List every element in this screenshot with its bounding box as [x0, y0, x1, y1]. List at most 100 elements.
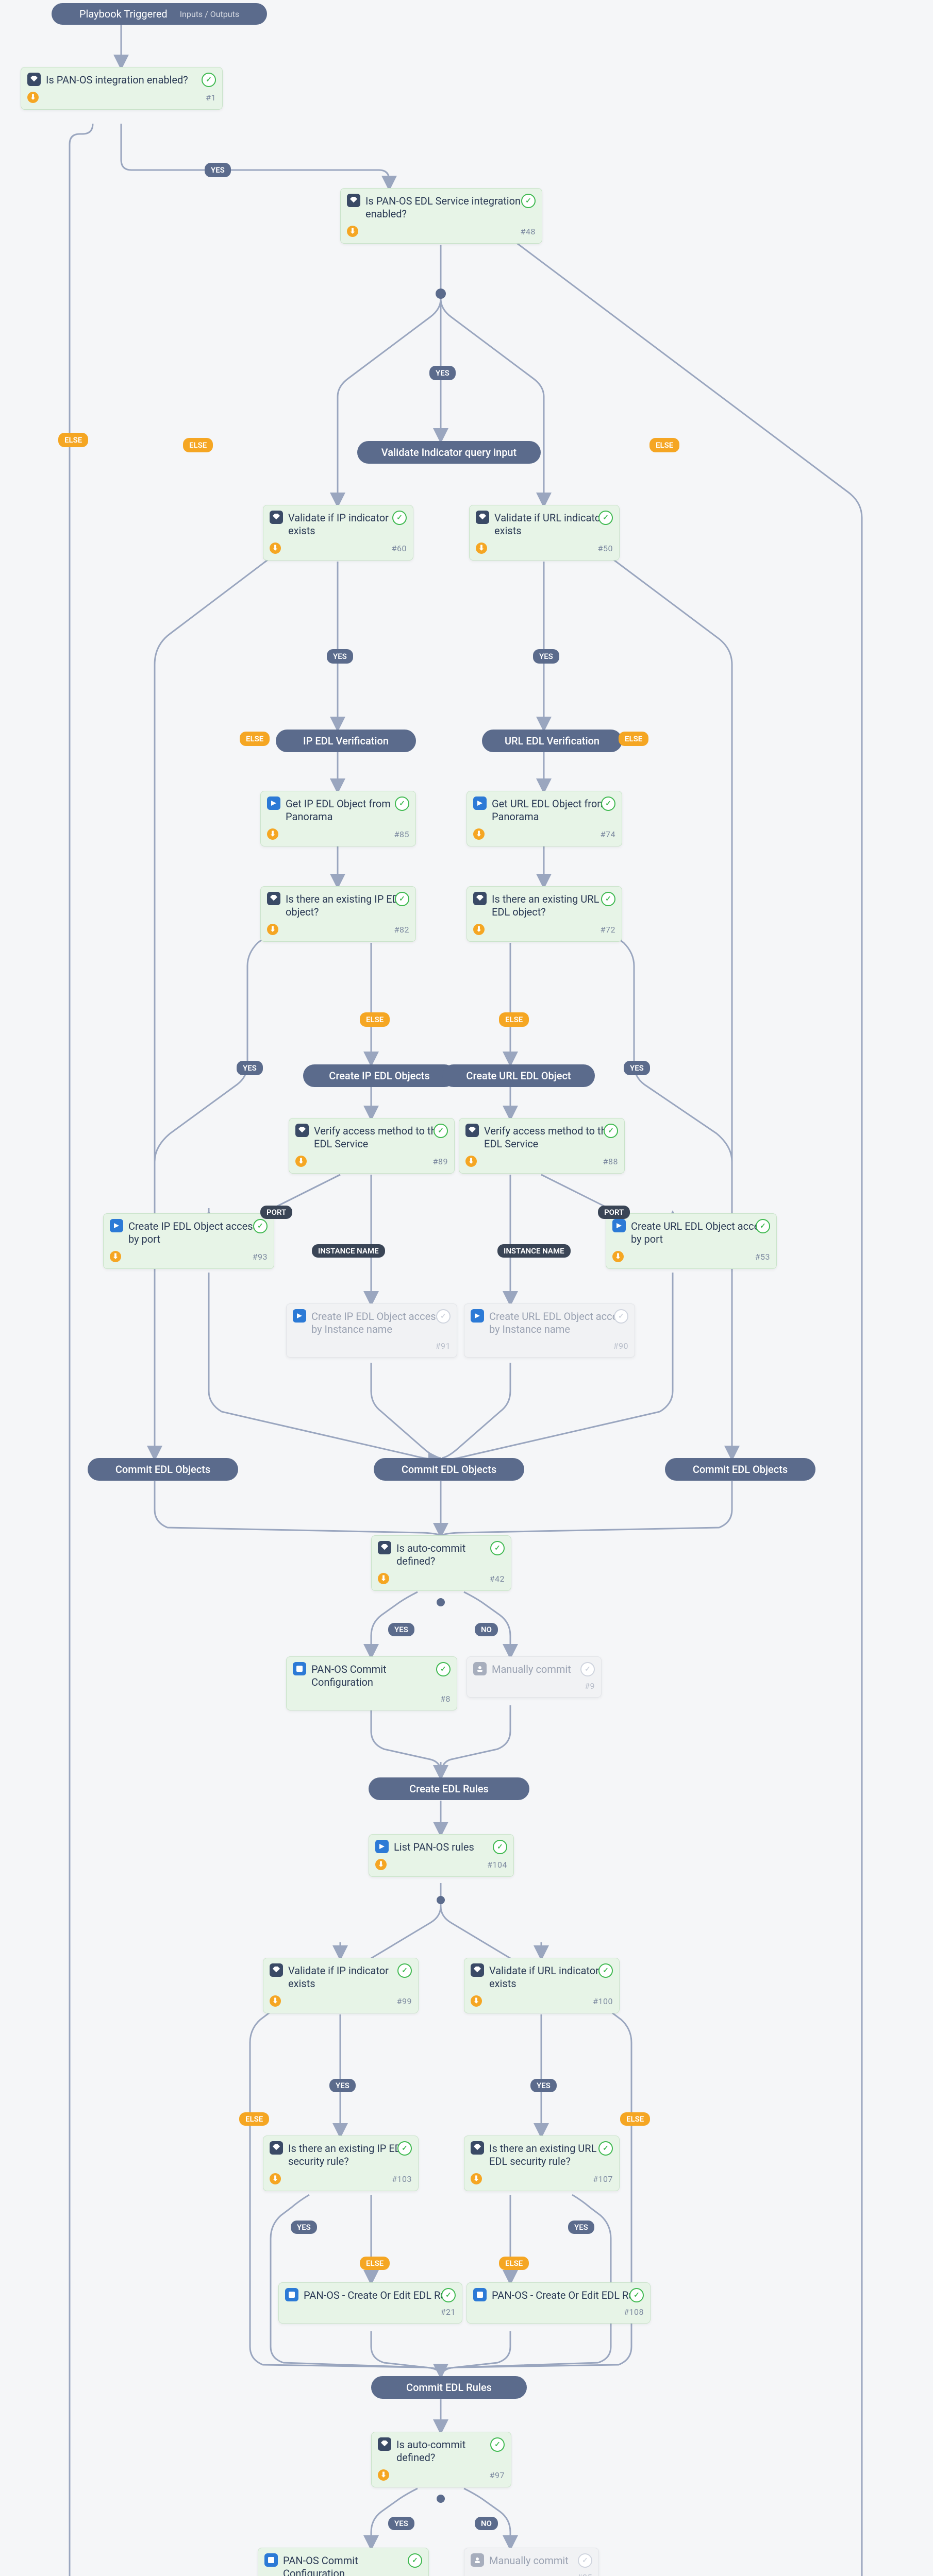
section-create-edl-rules[interactable]: Create EDL Rules [369, 1777, 529, 1800]
section-commit-edl-rules[interactable]: Commit EDL Rules [371, 2376, 527, 2399]
check-icon: ✓ [756, 1219, 770, 1233]
edge-instance-name: INSTANCE NAME [497, 1244, 571, 1258]
node-title: Is auto-commit defined? [396, 2438, 505, 2464]
node-panos-integration-enabled[interactable]: Is PAN-OS integration enabled? ⬇#1 ✓ [21, 67, 223, 110]
edge-else: ELSE [360, 1012, 390, 1027]
node-title: Verify access method to the EDL Service [314, 1125, 448, 1150]
node-title: Is there an existing IP EDL security rul… [288, 2142, 412, 2168]
node-title: Create URL EDL Object access by Instance… [489, 1310, 628, 1336]
warn-icon: ⬇ [612, 1251, 624, 1262]
node-panos-commit-config-2[interactable]: PAN-OS Commit Configuration #98 ✓ [258, 2548, 429, 2576]
condition-icon [473, 892, 487, 905]
section-url-edl-verification[interactable]: URL EDL Verification [482, 730, 622, 752]
task-num: #89 [433, 1157, 448, 1166]
play-icon [293, 1309, 306, 1323]
manual-icon [471, 2553, 484, 2567]
node-panos-edl-service-enabled[interactable]: Is PAN-OS EDL Service integration enable… [340, 188, 542, 244]
edge-yes: YES [327, 649, 353, 664]
node-validate-url-indicator[interactable]: Validate if URL indicator exists ⬇#50 ✓ [469, 505, 620, 561]
play-icon [267, 796, 280, 810]
section-commit-objects-left[interactable]: Commit EDL Objects [88, 1458, 238, 1481]
node-create-url-by-instance[interactable]: Create URL EDL Object access by Instance… [464, 1303, 635, 1358]
task-num: #53 [755, 1252, 770, 1262]
node-panos-create-edit-rule-url[interactable]: PAN-OS - Create Or Edit EDL Rule #108 ✓ [467, 2282, 651, 2324]
condition-icon [27, 73, 41, 86]
edge-yes: YES [568, 2221, 594, 2234]
node-create-ip-by-port[interactable]: Create IP EDL Object access by port ⬇#93… [103, 1213, 274, 1269]
playbook-trigger[interactable]: Playbook Triggered Inputs / Outputs [52, 3, 267, 25]
task-num: #42 [490, 1574, 505, 1584]
node-title: Is PAN-OS integration enabled? [46, 74, 188, 87]
task-num: #74 [601, 829, 615, 839]
check-icon: ✓ [601, 892, 615, 906]
edge-port: PORT [260, 1206, 292, 1219]
section-commit-objects-right[interactable]: Commit EDL Objects [665, 1458, 815, 1481]
edge-else: ELSE [239, 2112, 269, 2126]
node-validate-ip-indicator[interactable]: Validate if IP indicator exists ⬇#60 ✓ [263, 505, 413, 561]
node-manually-commit-2[interactable]: Manually commit #25 ✓ [464, 2548, 599, 2576]
task-num: #25 [577, 2572, 592, 2576]
check-icon: ✓ [578, 2553, 592, 2568]
check-icon: ✓ [397, 2141, 412, 2156]
node-auto-commit-defined[interactable]: Is auto-commit defined? ⬇#42 ✓ [371, 1535, 511, 1591]
node-existing-ip-edl-object[interactable]: Is there an existing IP EDL object? ⬇#82… [260, 886, 416, 942]
edge-else: ELSE [240, 732, 270, 746]
condition-icon [270, 1963, 283, 1977]
warn-icon: ⬇ [270, 543, 281, 554]
task-num: #8 [440, 1694, 451, 1704]
node-list-panos-rules[interactable]: List PAN-OS rules ⬇#104 ✓ [369, 1834, 514, 1877]
play-icon [471, 1309, 484, 1323]
edge-else: ELSE [620, 2112, 650, 2126]
check-icon: ✓ [408, 2553, 422, 2568]
node-existing-url-edl-object[interactable]: Is there an existing URL EDL object? ⬇#7… [467, 886, 622, 942]
section-create-ip-objects[interactable]: Create IP EDL Objects [303, 1064, 456, 1087]
node-title: Create IP EDL Object access by port [128, 1220, 268, 1246]
node-title: List PAN-OS rules [394, 1841, 474, 1854]
condition-icon [270, 2141, 283, 2155]
check-icon: ✓ [598, 1963, 613, 1978]
condition-icon [465, 1124, 479, 1137]
task-num: #9 [585, 1681, 595, 1691]
warn-icon: ⬇ [295, 1156, 307, 1167]
node-get-ip-edl-object[interactable]: Get IP EDL Object from Panorama ⬇#85 ✓ [260, 791, 416, 846]
junction [437, 1598, 445, 1606]
node-title: Create IP EDL Object access by Instance … [311, 1310, 451, 1336]
node-create-url-by-port[interactable]: Create URL EDL Object access by port ⬇#5… [606, 1213, 777, 1269]
node-validate-url-indicator-2[interactable]: Validate if URL indicator exists ⬇#100 ✓ [464, 1958, 620, 2013]
section-create-url-object[interactable]: Create URL EDL Object [442, 1064, 595, 1087]
warn-icon: ⬇ [27, 92, 39, 103]
node-existing-url-rule[interactable]: Is there an existing URL EDL security ru… [464, 2136, 620, 2191]
task-num: #100 [593, 1996, 613, 2006]
node-create-ip-by-instance[interactable]: Create IP EDL Object access by Instance … [286, 1303, 457, 1358]
node-title: Is auto-commit defined? [396, 1542, 505, 1568]
node-auto-commit-defined-2[interactable]: Is auto-commit defined? ⬇#97 ✓ [371, 2432, 511, 2487]
task-num: #60 [392, 544, 407, 553]
node-panos-commit-config-1[interactable]: PAN-OS Commit Configuration #8 ✓ [286, 1656, 457, 1710]
check-icon: ✓ [436, 1662, 451, 1676]
node-validate-ip-indicator-2[interactable]: Validate if IP indicator exists ⬇#99 ✓ [263, 1958, 419, 2013]
check-icon: ✓ [436, 1309, 451, 1324]
node-panos-create-edit-rule-ip[interactable]: PAN-OS - Create Or Edit EDL Rule #21 ✓ [278, 2282, 462, 2324]
play-icon [612, 1219, 626, 1232]
section-commit-objects-center[interactable]: Commit EDL Objects [374, 1458, 524, 1481]
node-get-url-edl-object[interactable]: Get URL EDL Object from Panorama ⬇#74 ✓ [467, 791, 622, 846]
node-verify-access-url[interactable]: Verify access method to the EDL Service … [459, 1118, 625, 1174]
node-existing-ip-rule[interactable]: Is there an existing IP EDL security rul… [263, 2136, 419, 2191]
edge-no: NO [475, 2517, 498, 2530]
warn-icon: ⬇ [378, 2469, 389, 2481]
task-num: #99 [397, 1996, 412, 2006]
warn-icon: ⬇ [267, 828, 278, 840]
node-verify-access-ip[interactable]: Verify access method to the EDL Service … [289, 1118, 455, 1174]
node-manually-commit-1[interactable]: Manually commit #9 ✓ [467, 1656, 602, 1698]
trigger-sub: Inputs / Outputs [180, 9, 239, 19]
node-title: Manually commit [492, 1663, 571, 1676]
check-icon: ✓ [580, 1662, 595, 1676]
check-icon: ✓ [598, 511, 613, 525]
task-num: #108 [624, 2307, 644, 2317]
section-validate-input[interactable]: Validate Indicator query input [357, 441, 541, 464]
condition-icon [378, 2437, 391, 2451]
task-num: #103 [392, 2174, 412, 2184]
section-ip-edl-verification[interactable]: IP EDL Verification [276, 730, 416, 752]
play-icon [110, 1219, 123, 1232]
check-icon: ✓ [490, 1541, 505, 1555]
